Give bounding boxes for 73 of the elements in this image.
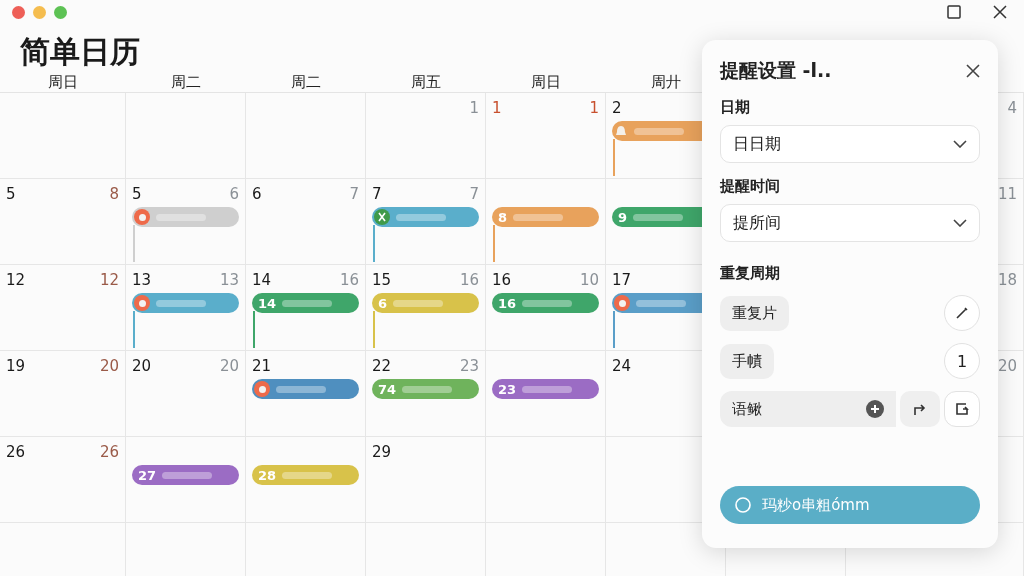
day-number: 1 bbox=[492, 99, 502, 117]
day-cell[interactable]: 6 7 bbox=[246, 179, 366, 265]
day-cell[interactable]: 5 8 bbox=[0, 179, 126, 265]
day-number: 29 bbox=[372, 443, 392, 461]
weekday-header: 周二 bbox=[290, 73, 322, 92]
day-number: 14 bbox=[252, 271, 272, 289]
day-cell[interactable]: 23 bbox=[486, 351, 606, 437]
day-number: 2 bbox=[612, 99, 622, 117]
day-number: 5 bbox=[132, 185, 142, 203]
day-count: 18 bbox=[997, 271, 1017, 289]
day-count: 20 bbox=[99, 357, 119, 375]
date-dropdown[interactable]: 日日期 bbox=[720, 125, 980, 163]
day-count: 11 bbox=[997, 185, 1017, 203]
day-number: 13 bbox=[132, 271, 152, 289]
day-number: 26 bbox=[6, 443, 26, 461]
day-count: 1 bbox=[469, 99, 479, 117]
day-number: 24 bbox=[612, 357, 632, 375]
time-dropdown[interactable]: 提所间 bbox=[720, 204, 980, 242]
day-count: 16 bbox=[339, 271, 359, 289]
event-bar[interactable]: 27 bbox=[132, 465, 239, 485]
day-number: 15 bbox=[372, 271, 392, 289]
weekday-header: 周日 bbox=[530, 73, 562, 92]
day-count: 13 bbox=[219, 271, 239, 289]
day-count: 7 bbox=[349, 185, 359, 203]
day-number: 6 bbox=[252, 185, 262, 203]
day-cell[interactable]: 1 1 bbox=[486, 93, 606, 179]
day-count: 23 bbox=[459, 357, 479, 375]
day-cell[interactable]: 21 bbox=[246, 351, 366, 437]
day-count: 16 bbox=[459, 271, 479, 289]
day-cell[interactable]: 15 16 6 bbox=[366, 265, 486, 351]
day-cell[interactable]: 14 16 14 bbox=[246, 265, 366, 351]
event-bar[interactable]: 23 bbox=[492, 379, 599, 399]
day-cell[interactable]: 29 bbox=[366, 437, 486, 523]
day-number: 17 bbox=[612, 271, 632, 289]
weekday-header: 周二 bbox=[170, 73, 202, 92]
count-button[interactable]: 1 bbox=[944, 343, 980, 379]
window-title: 简单日历 bbox=[20, 33, 140, 71]
day-number: 19 bbox=[6, 357, 26, 375]
day-count: 1 bbox=[589, 99, 599, 117]
day-cell[interactable]: 12 12 bbox=[0, 265, 126, 351]
day-number: 21 bbox=[252, 357, 272, 375]
day-count: 8 bbox=[109, 185, 119, 203]
day-number: 12 bbox=[6, 271, 26, 289]
day-cell[interactable]: 22 23 74 bbox=[366, 351, 486, 437]
day-number: 7 bbox=[372, 185, 382, 203]
day-count: 12 bbox=[99, 271, 119, 289]
day-cell[interactable]: 19 20 bbox=[0, 351, 126, 437]
day-number: 5 bbox=[6, 185, 16, 203]
weekday-header: 周日 bbox=[47, 73, 79, 92]
weekday-header: 周五 bbox=[410, 73, 442, 92]
panel-title: 提醒设置 -l.. bbox=[720, 58, 832, 83]
day-cell[interactable]: 20 20 bbox=[126, 351, 246, 437]
day-number: 22 bbox=[372, 357, 392, 375]
day-cell[interactable]: 16 10 16 bbox=[486, 265, 606, 351]
weekday-header: 周廾 bbox=[650, 73, 682, 92]
day-count: 10 bbox=[579, 271, 599, 289]
note-field[interactable]: 语鳅 bbox=[720, 391, 896, 427]
day-count: 26 bbox=[99, 443, 119, 461]
day-count: 6 bbox=[229, 185, 239, 203]
repeat-chip[interactable]: 手幘 bbox=[720, 343, 774, 379]
day-cell[interactable]: 5 6 bbox=[126, 179, 246, 265]
day-cell[interactable]: 7 7 bbox=[366, 179, 486, 265]
day-cell[interactable]: 27 bbox=[126, 437, 246, 523]
day-number: 16 bbox=[492, 271, 512, 289]
note-text: 语鳅 bbox=[732, 399, 762, 419]
repeat-chip[interactable]: 重复片 bbox=[720, 295, 789, 331]
day-cell[interactable]: 26 26 bbox=[0, 437, 126, 523]
day-count: 20 bbox=[219, 357, 239, 375]
day-number: 20 bbox=[132, 357, 152, 375]
day-cell[interactable]: 13 13 bbox=[126, 265, 246, 351]
day-count: 20 bbox=[997, 357, 1017, 375]
day-count: 7 bbox=[469, 185, 479, 203]
day-count: 4 bbox=[1007, 99, 1017, 117]
